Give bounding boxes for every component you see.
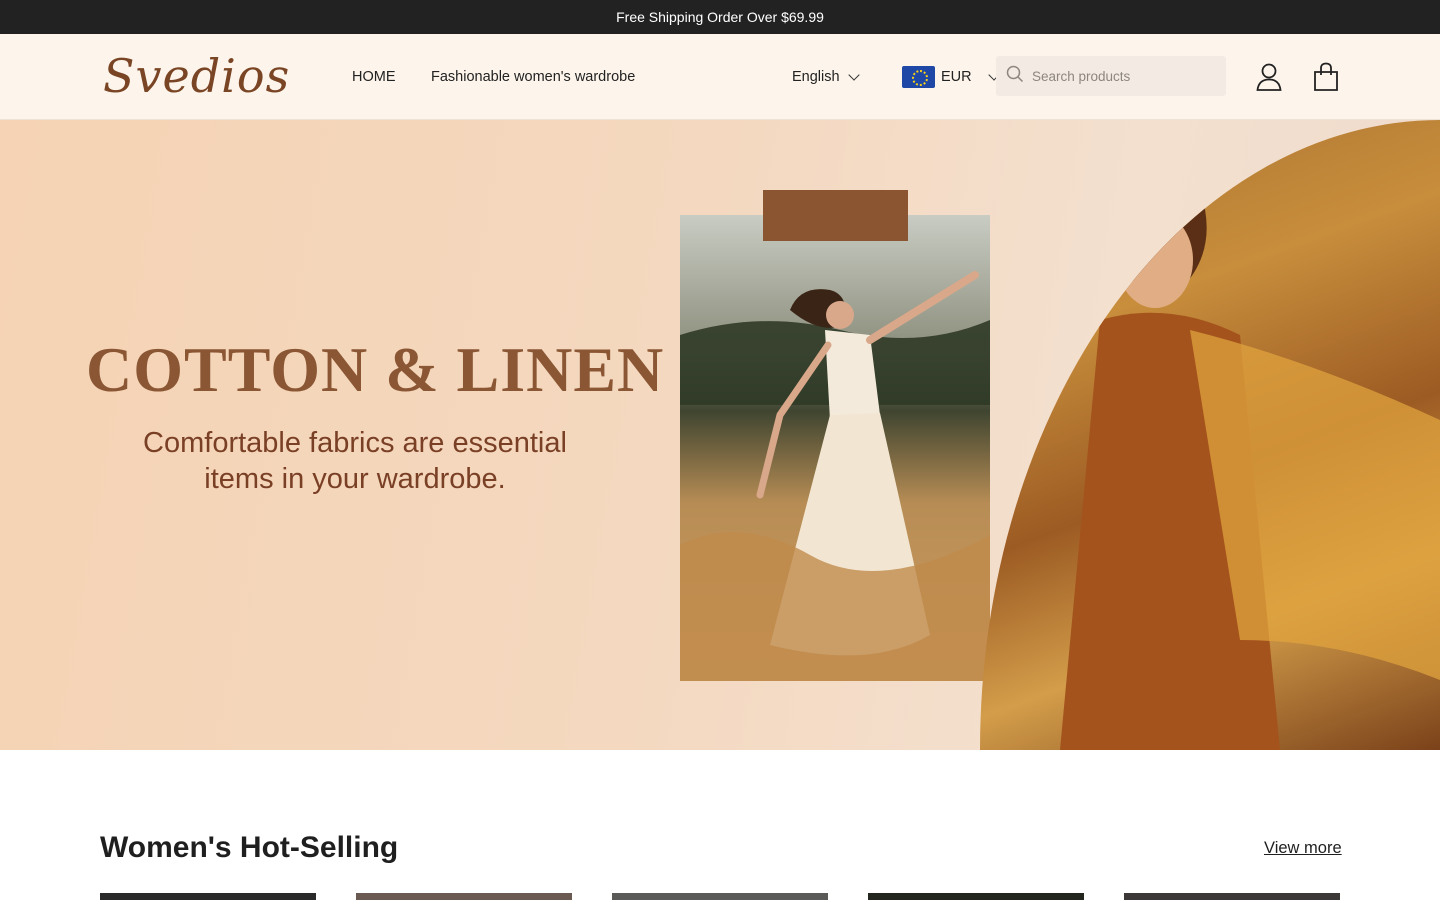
brand-logo[interactable]: Svedios bbox=[103, 48, 290, 104]
product-card[interactable] bbox=[100, 893, 316, 900]
nav-home[interactable]: HOME bbox=[352, 68, 396, 86]
currency-label: EUR bbox=[941, 69, 972, 85]
section-title-hot-selling: Women's Hot-Selling bbox=[100, 831, 399, 864]
language-label: English bbox=[792, 69, 840, 85]
product-card[interactable] bbox=[612, 893, 828, 900]
language-selector[interactable]: English bbox=[792, 68, 860, 85]
user-icon[interactable] bbox=[1255, 62, 1283, 92]
hero-photo-woman-golden-field bbox=[980, 120, 1440, 750]
nav-fashionable-womens-wardrobe[interactable]: Fashionable women's wardrobe bbox=[431, 68, 635, 86]
product-card[interactable] bbox=[356, 893, 572, 900]
search-box[interactable] bbox=[996, 56, 1226, 96]
shopping-bag-icon[interactable] bbox=[1312, 62, 1340, 92]
product-card[interactable] bbox=[1124, 893, 1340, 900]
chevron-down-icon bbox=[847, 68, 860, 81]
hero-subtitle-line-1: Comfortable fabrics are essential bbox=[143, 427, 567, 459]
hero-subtitle-line-2: items in your wardrobe. bbox=[204, 463, 506, 495]
announcement-bar: Free Shipping Order Over $69.99 bbox=[0, 0, 1440, 34]
photo-tape-decoration bbox=[763, 190, 908, 241]
view-more-link[interactable]: View more bbox=[1264, 838, 1342, 858]
hero-subtitle: Comfortable fabrics are essential items … bbox=[110, 425, 600, 497]
hero-photo-woman-white-dress bbox=[680, 215, 990, 681]
announcement-text: Free Shipping Order Over $69.99 bbox=[616, 9, 824, 25]
search-icon bbox=[1006, 65, 1024, 88]
search-input[interactable] bbox=[1032, 68, 1212, 84]
eu-flag-icon bbox=[902, 66, 935, 88]
hero-title: COTTON & LINEN bbox=[86, 334, 665, 405]
hero-banner[interactable]: COTTON & LINEN Comfortable fabrics are e… bbox=[0, 120, 1440, 750]
site-header: Svedios HOME Fashionable women's wardrob… bbox=[0, 34, 1440, 120]
currency-selector[interactable]: EUR bbox=[902, 66, 1000, 88]
product-card[interactable] bbox=[868, 893, 1084, 900]
